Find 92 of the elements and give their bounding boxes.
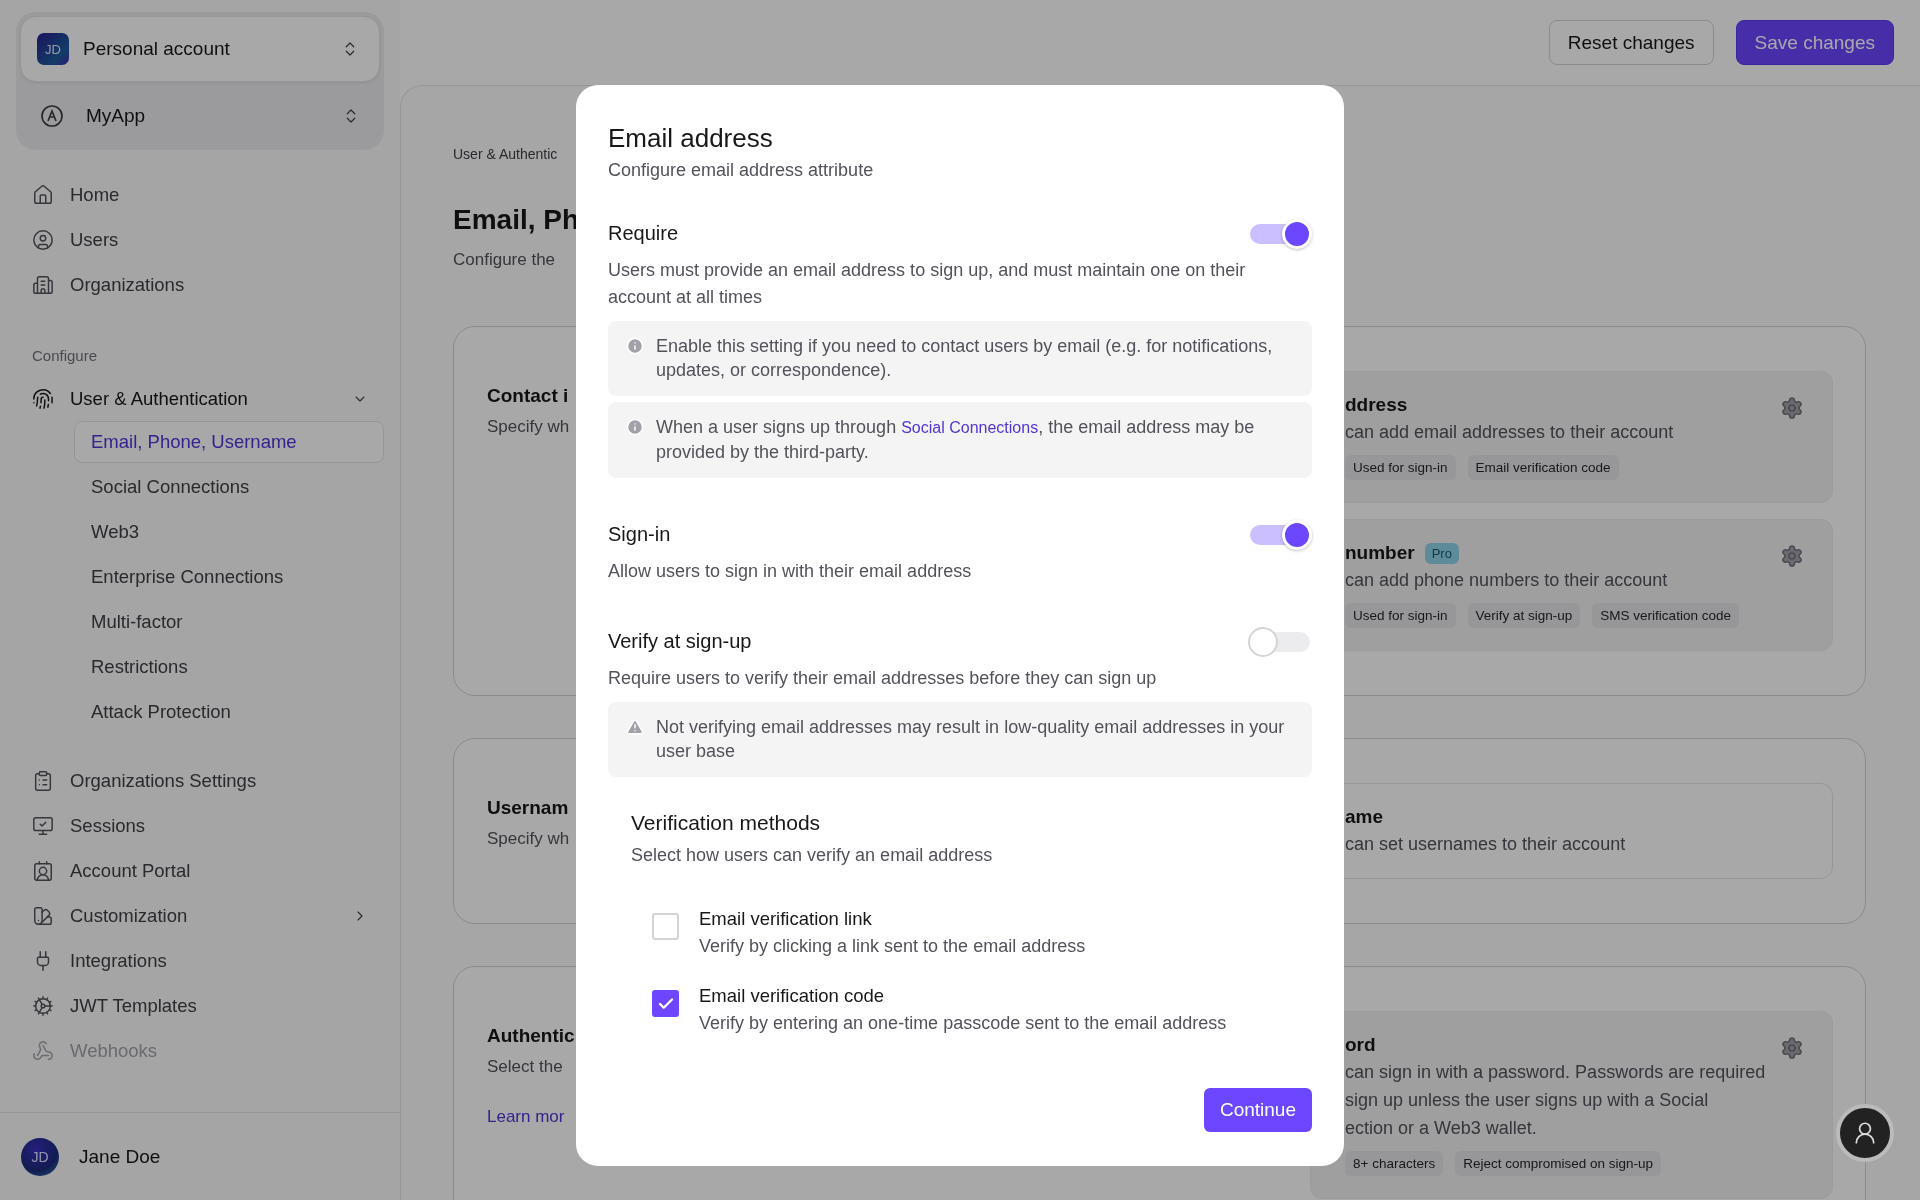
checkbox[interactable]	[652, 990, 679, 1017]
continue-button[interactable]: Continue	[1203, 1088, 1312, 1132]
nav-item[interactable]: User & Authentication	[16, 376, 384, 421]
clipboard-icon	[32, 769, 54, 792]
attribute-tag: Verify at sign-up	[1467, 603, 1581, 628]
attribute-title: ame	[1345, 806, 1384, 828]
swatch-book-icon	[32, 904, 54, 927]
app-switcher[interactable]: MyApp	[20, 82, 380, 150]
attribute-tag: SMS verification code	[1592, 603, 1739, 628]
nav-subitem[interactable]: Restrictions	[74, 646, 384, 688]
nav-item[interactable]: Sessions	[16, 803, 384, 848]
fingerprint-icon	[32, 387, 54, 410]
card-description: Specify wh	[487, 829, 570, 849]
attribute-description: ection or a Web3 wallet.	[1345, 1117, 1537, 1140]
nav-item[interactable]: Integrations	[16, 938, 384, 983]
user-circle-icon	[32, 228, 54, 251]
attribute-tag: 8+ characters	[1345, 1151, 1444, 1176]
page-title: Email, Ph	[453, 204, 580, 236]
attribute-tag: Reject compromised on sign-up	[1455, 1151, 1661, 1176]
method-description: Verify by clicking a link sent to the email address	[699, 936, 1086, 957]
nav-subitem[interactable]: Enterprise Connections	[74, 556, 384, 598]
attribute-description: can set usernames to their account	[1345, 833, 1626, 856]
nav-item[interactable]: Organizations	[16, 262, 384, 307]
attribute-tag: Used for sign-in	[1345, 603, 1456, 628]
warning-icon	[626, 718, 644, 736]
card-description: Select the	[487, 1057, 563, 1077]
card-title: Usernam	[487, 797, 569, 819]
nav-subitem[interactable]: Multi-factor	[74, 601, 384, 643]
attribute-title: ddress	[1345, 394, 1408, 416]
setting-title: Sign-in	[608, 522, 671, 546]
settings-icon	[1780, 1036, 1804, 1060]
user-avatar[interactable]: JD	[21, 1137, 59, 1176]
section-title: Verification methods	[631, 811, 822, 835]
setting-title: Require	[608, 221, 679, 245]
card-description: Specify wh	[487, 417, 570, 437]
nav-subitem[interactable]: Email, Phone, Username	[74, 421, 384, 463]
reset-button[interactable]: Reset changes	[1548, 20, 1714, 65]
settings-icon	[1780, 544, 1804, 568]
attribute-card[interactable]: ord can sign in with a password. Passwords are required sign up unless the user signs up with a Social ection or a Web3 wallet. 8+ characters Reject compromised on sign-up	[1310, 1011, 1833, 1199]
learn-more-link[interactable]: Learn mor	[487, 1107, 565, 1127]
nav-subitem[interactable]: Social Connections	[74, 466, 384, 508]
setting-description: Allow users to sign in with their email address	[608, 560, 973, 583]
contact-icon	[32, 859, 54, 882]
settings-icon	[1780, 396, 1804, 420]
account-switcher[interactable]: JD Personal account	[20, 16, 380, 82]
cog-icon	[32, 994, 54, 1017]
attribute-tag: Email verification code	[1467, 455, 1619, 480]
user-name: Jane Doe	[79, 1145, 161, 1168]
dialog-title: Email address	[608, 123, 774, 154]
note-text: When a user signs up through Social Connections, the email address may be provided by the third-party.	[656, 416, 1256, 464]
attribute-description: can add email addresses to their account	[1345, 421, 1674, 444]
nav-item[interactable]: Account Portal	[16, 848, 384, 893]
nav-item[interactable]: Customization	[16, 893, 384, 938]
nav-subitem[interactable]: Attack Protection	[74, 691, 384, 733]
attribute-title: ord	[1345, 1034, 1376, 1056]
setting-title: Verify at sign-up	[608, 629, 752, 653]
building-icon	[32, 273, 54, 296]
section-heading: Configure	[31, 346, 99, 366]
page-subtitle: Configure the	[453, 250, 556, 270]
dialog-subtitle: Configure email address attribute	[608, 160, 875, 181]
info-icon	[626, 418, 644, 436]
save-button[interactable]: Save changes	[1735, 20, 1894, 65]
setting-description: Require users to verify their email addresses before they can sign up	[608, 667, 1158, 690]
note-text: Enable this setting if you need to contact users by email (e.g. for notifications, updates, or correspondence).	[656, 335, 1274, 382]
note-text: Not verifying email addresses may result in low-quality email addresses in your user base	[656, 716, 1286, 763]
plan-badge: Pro	[1424, 542, 1459, 564]
app-logo-icon	[40, 104, 64, 128]
monitor-check-icon	[32, 814, 54, 837]
method-label: Email verification code	[699, 985, 886, 1007]
info-icon	[626, 337, 644, 355]
card-title: Contact i	[487, 385, 569, 407]
nav-item[interactable]: Home	[16, 172, 384, 217]
nav-item[interactable]: Users	[16, 217, 384, 262]
card-title: Authentic	[487, 1025, 575, 1047]
nav-item[interactable]: Organizations Settings	[16, 758, 384, 803]
account-avatar: JD	[37, 33, 69, 65]
method-description: Verify by entering an one-time passcode sent to the email address	[699, 1013, 1227, 1034]
attribute-description: sign up unless the user signs up with a Social	[1345, 1089, 1709, 1112]
attribute-tag: Used for sign-in	[1345, 455, 1456, 480]
social-connections-link[interactable]: Social Connections	[901, 419, 1039, 436]
section-description: Select how users can verify an email address	[631, 845, 994, 866]
attribute-description: can sign in with a password. Passwords are required	[1345, 1061, 1766, 1084]
setting-description: Users must provide an email address to sign up, and must maintain one on their account at all times	[608, 259, 1247, 309]
attribute-title: number	[1345, 542, 1415, 564]
nav-item[interactable]: JWT Templates	[16, 983, 384, 1028]
method-label: Email verification link	[699, 908, 873, 930]
nav-subitem[interactable]: Web3	[74, 511, 384, 553]
webhook-icon	[32, 1039, 54, 1062]
attribute-description: can add phone numbers to their account	[1345, 569, 1668, 592]
breadcrumb[interactable]: User & Authentic	[453, 146, 558, 162]
toggle-switch[interactable]	[1248, 625, 1312, 657]
house-icon	[32, 183, 54, 206]
